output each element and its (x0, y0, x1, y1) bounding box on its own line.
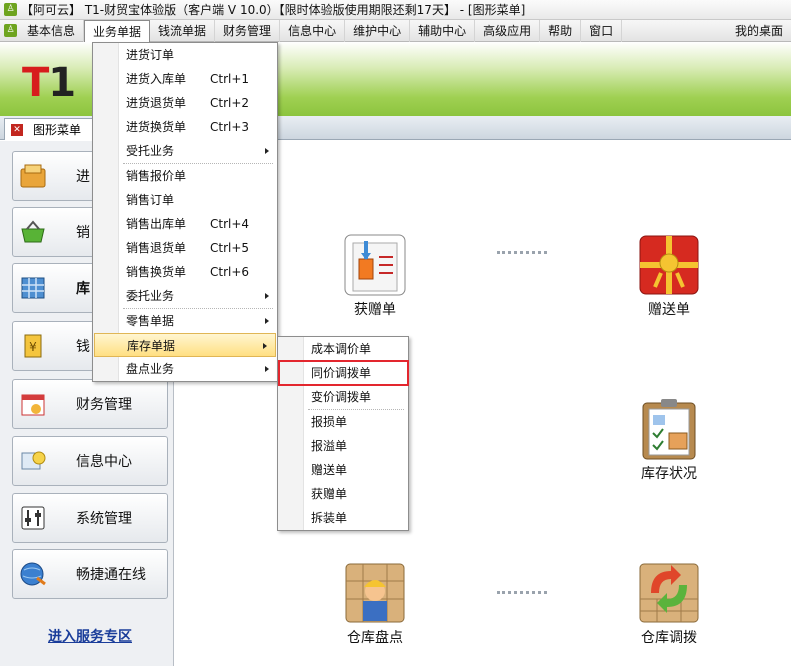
business-docs-menu: 进货订单 进货入库单 Ctrl+1 进货退货单 Ctrl+2 进货换货单 Ctrl+3… (92, 42, 278, 382)
grid-icon (18, 273, 48, 303)
menu-bar: ♙ 基本信息 业务单据 钱流单据 财务管理 信息中心 维护中心 辅助中心 高级应… (0, 19, 791, 42)
menu-cash-docs[interactable]: 钱流单据 (150, 19, 216, 42)
menu-item-consigned-out[interactable]: 委托业务 (93, 284, 277, 308)
menu-item-stocktake[interactable]: 盘点业务 (93, 357, 277, 381)
nav-info-center[interactable]: 信息中心 (12, 436, 168, 486)
func-gift-out[interactable]: 赠送单 (619, 233, 719, 319)
transfer-icon (637, 561, 701, 625)
globe-icon (18, 559, 48, 589)
menu-item-sales-delivery[interactable]: 销售出库单 Ctrl+4 (93, 212, 277, 236)
menu-item-purchase-exchange[interactable]: 进货换货单 Ctrl+3 (93, 115, 277, 139)
submenu-arrow-icon (265, 318, 269, 324)
clipboard-icon (637, 397, 701, 461)
close-icon[interactable]: ✕ (11, 123, 23, 136)
menu-my-desktop[interactable]: 我的桌面 (727, 20, 791, 42)
menu-item-inventory-docs[interactable]: 库存单据 (94, 333, 276, 357)
tab-graphic-menu[interactable]: ✕ 图形菜单 (4, 118, 96, 140)
menu-info-center[interactable]: 信息中心 (280, 19, 346, 42)
submenu-gift-received[interactable]: 获赠单 (278, 482, 408, 506)
nav-finance[interactable]: 财务管理 (12, 379, 168, 429)
menu-item-sales-return[interactable]: 销售退货单 Ctrl+5 (93, 236, 277, 260)
menu-basic-info[interactable]: 基本信息 (19, 19, 85, 42)
svg-text:¥: ¥ (29, 340, 37, 354)
settings-icon (18, 503, 48, 533)
nav-online[interactable]: 畅捷通在线 (12, 549, 168, 599)
menu-item-consigned-in[interactable]: 受托业务 (93, 139, 277, 163)
flow-connector (497, 251, 547, 254)
menu-finance[interactable]: 财务管理 (215, 19, 281, 42)
warehouse-worker-icon (343, 561, 407, 625)
menu-app-icon[interactable]: ♙ (4, 24, 17, 37)
submenu-cost-adjust[interactable]: 成本调价单 (278, 337, 408, 361)
menu-item-sales-exchange[interactable]: 销售换货单 Ctrl+6 (93, 260, 277, 284)
submenu-arrow-icon (263, 343, 267, 349)
menu-maintenance[interactable]: 维护中心 (345, 19, 411, 42)
gift-box-icon (637, 233, 701, 297)
menu-assist[interactable]: 辅助中心 (410, 19, 476, 42)
basket-icon (18, 217, 48, 247)
service-zone-link[interactable]: 进入服务专区 (48, 626, 132, 646)
menu-item-retail-docs[interactable]: 零售单据 (93, 309, 277, 333)
nav-system[interactable]: 系统管理 (12, 493, 168, 543)
menu-item-purchase-return[interactable]: 进货退货单 Ctrl+2 (93, 91, 277, 115)
menu-help[interactable]: 帮助 (540, 19, 582, 42)
window-title: 【阿可云】 T1-财贸宝体验版（客户端 V 10.0）【限时体验版使用期限还剩1… (21, 3, 526, 17)
app-icon: ♙ (4, 3, 17, 16)
menu-business-docs[interactable]: 业务单据 (84, 19, 151, 42)
submenu-gift-out[interactable]: 赠送单 (278, 458, 408, 482)
menu-item-purchase-receipt[interactable]: 进货入库单 Ctrl+1 (93, 67, 277, 91)
menu-item-purchase-order[interactable]: 进货订单 (93, 43, 277, 67)
title-bar: ♙ 【阿可云】 T1-财贸宝体验版（客户端 V 10.0）【限时体验版使用期限还… (0, 0, 791, 20)
func-stock-status[interactable]: 库存状况 (619, 397, 719, 483)
submenu-arrow-icon (265, 148, 269, 154)
highlight-box (278, 360, 409, 386)
func-warehouse-transfer[interactable]: 仓库调拨 (619, 561, 719, 647)
submenu-arrow-icon (265, 366, 269, 372)
tab-label: 图形菜单 (33, 123, 82, 137)
func-warehouse-count[interactable]: 仓库盘点 (325, 561, 425, 647)
calendar-icon (18, 389, 48, 419)
flow-connector (497, 591, 547, 594)
menu-item-sales-quote[interactable]: 销售报价单 (93, 164, 277, 188)
menu-item-sales-order[interactable]: 销售订单 (93, 188, 277, 212)
submenu-loss-report[interactable]: 报损单 (278, 410, 408, 434)
submenu-overage-report[interactable]: 报溢单 (278, 434, 408, 458)
menu-window[interactable]: 窗口 (581, 19, 623, 42)
coin-icon: ¥ (18, 331, 48, 361)
submenu-disassembly[interactable]: 拆装单 (278, 506, 408, 530)
product-logo: T1 (22, 60, 76, 106)
purchase-icon (18, 161, 48, 191)
lightbulb-icon (18, 446, 48, 476)
received-gift-icon (343, 233, 407, 297)
menu-advanced[interactable]: 高级应用 (475, 19, 541, 42)
submenu-variable-price-transfer[interactable]: 变价调拨单 (278, 385, 408, 409)
func-received-gift[interactable]: 获赠单 (325, 233, 425, 319)
submenu-arrow-icon (265, 293, 269, 299)
